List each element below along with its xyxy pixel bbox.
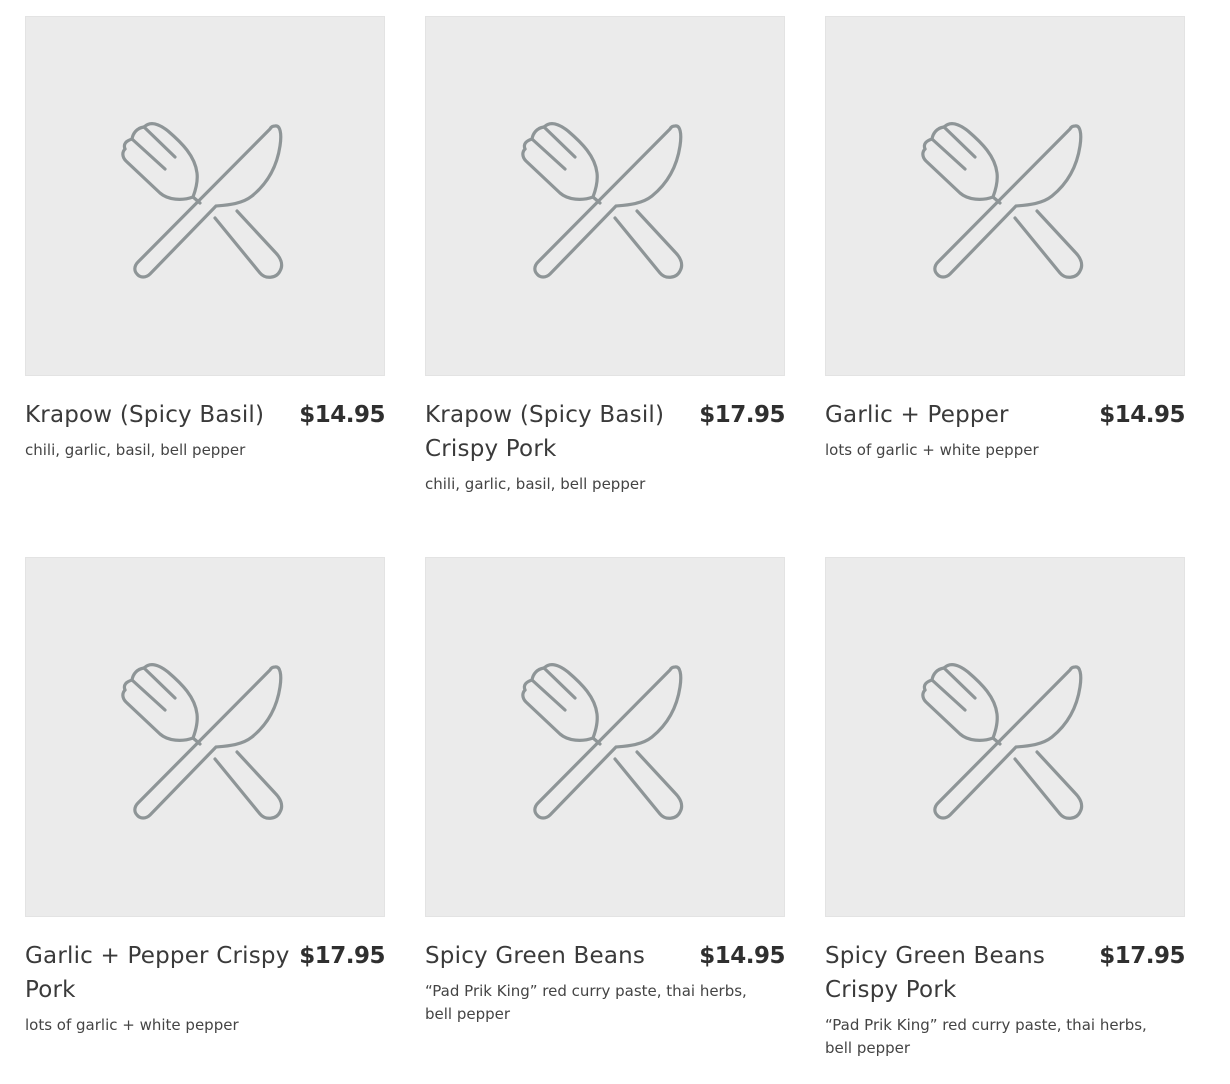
utensils-icon	[520, 111, 690, 281]
menu-item-price: $17.95	[1099, 943, 1185, 969]
utensils-icon	[920, 111, 1090, 281]
menu-item-description: lots of garlic + white pepper	[825, 441, 1039, 459]
menu-item-header: Spicy Green Beans Crispy Pork $17.95	[825, 939, 1185, 1007]
menu-item-card[interactable]: Garlic + Pepper Crispy Pork $17.95 lots …	[25, 557, 385, 1084]
menu-item-card[interactable]: Garlic + Pepper $14.95 lots of garlic + …	[825, 16, 1185, 557]
menu-item-card[interactable]: Krapow (Spicy Basil) Crispy Pork $17.95 …	[425, 16, 785, 557]
menu-item-header: Krapow (Spicy Basil) $14.95	[25, 398, 385, 432]
menu-item-name[interactable]: Garlic + Pepper Crispy Pork	[25, 939, 299, 1007]
menu-item-price: $14.95	[1099, 402, 1185, 428]
menu-item-card[interactable]: Spicy Green Beans Crispy Pork $17.95 “Pa…	[825, 557, 1185, 1084]
menu-item-price: $17.95	[699, 402, 785, 428]
menu-item-name[interactable]: Krapow (Spicy Basil) Crispy Pork	[425, 398, 699, 466]
menu-item-description: lots of garlic + white pepper	[25, 1016, 239, 1034]
menu-item-name[interactable]: Spicy Green Beans	[425, 939, 645, 973]
menu-item-image-placeholder[interactable]	[825, 16, 1185, 376]
menu-item-name[interactable]: Krapow (Spicy Basil)	[25, 398, 264, 432]
utensils-icon	[920, 652, 1090, 822]
menu-item-price: $14.95	[699, 943, 785, 969]
menu-item-image-placeholder[interactable]	[425, 16, 785, 376]
utensils-icon	[120, 111, 290, 281]
menu-item-image-placeholder[interactable]	[425, 557, 785, 917]
menu-item-name[interactable]: Garlic + Pepper	[825, 398, 1009, 432]
menu-item-card[interactable]: Spicy Green Beans $14.95 “Pad Prik King”…	[425, 557, 785, 1084]
utensils-icon	[120, 652, 290, 822]
utensils-icon	[520, 652, 690, 822]
menu-item-description: chili, garlic, basil, bell pepper	[25, 441, 246, 459]
menu-item-price: $14.95	[299, 402, 385, 428]
menu-item-description: “Pad Prik King” red curry paste, thai he…	[425, 982, 747, 1023]
menu-item-header: Spicy Green Beans $14.95	[425, 939, 785, 973]
menu-item-image-placeholder[interactable]	[25, 557, 385, 917]
menu-item-header: Krapow (Spicy Basil) Crispy Pork $17.95	[425, 398, 785, 466]
menu-item-description: chili, garlic, basil, bell pepper	[425, 475, 646, 493]
menu-item-image-placeholder[interactable]	[825, 557, 1185, 917]
menu-item-price: $17.95	[299, 943, 385, 969]
menu-item-image-placeholder[interactable]	[25, 16, 385, 376]
menu-grid: Krapow (Spicy Basil) $14.95 chili, garli…	[25, 16, 1185, 1084]
menu-item-name[interactable]: Spicy Green Beans Crispy Pork	[825, 939, 1099, 1007]
menu-item-card[interactable]: Krapow (Spicy Basil) $14.95 chili, garli…	[25, 16, 385, 557]
menu-item-header: Garlic + Pepper Crispy Pork $17.95	[25, 939, 385, 1007]
menu-item-description: “Pad Prik King” red curry paste, thai he…	[825, 1016, 1147, 1057]
menu-item-header: Garlic + Pepper $14.95	[825, 398, 1185, 432]
